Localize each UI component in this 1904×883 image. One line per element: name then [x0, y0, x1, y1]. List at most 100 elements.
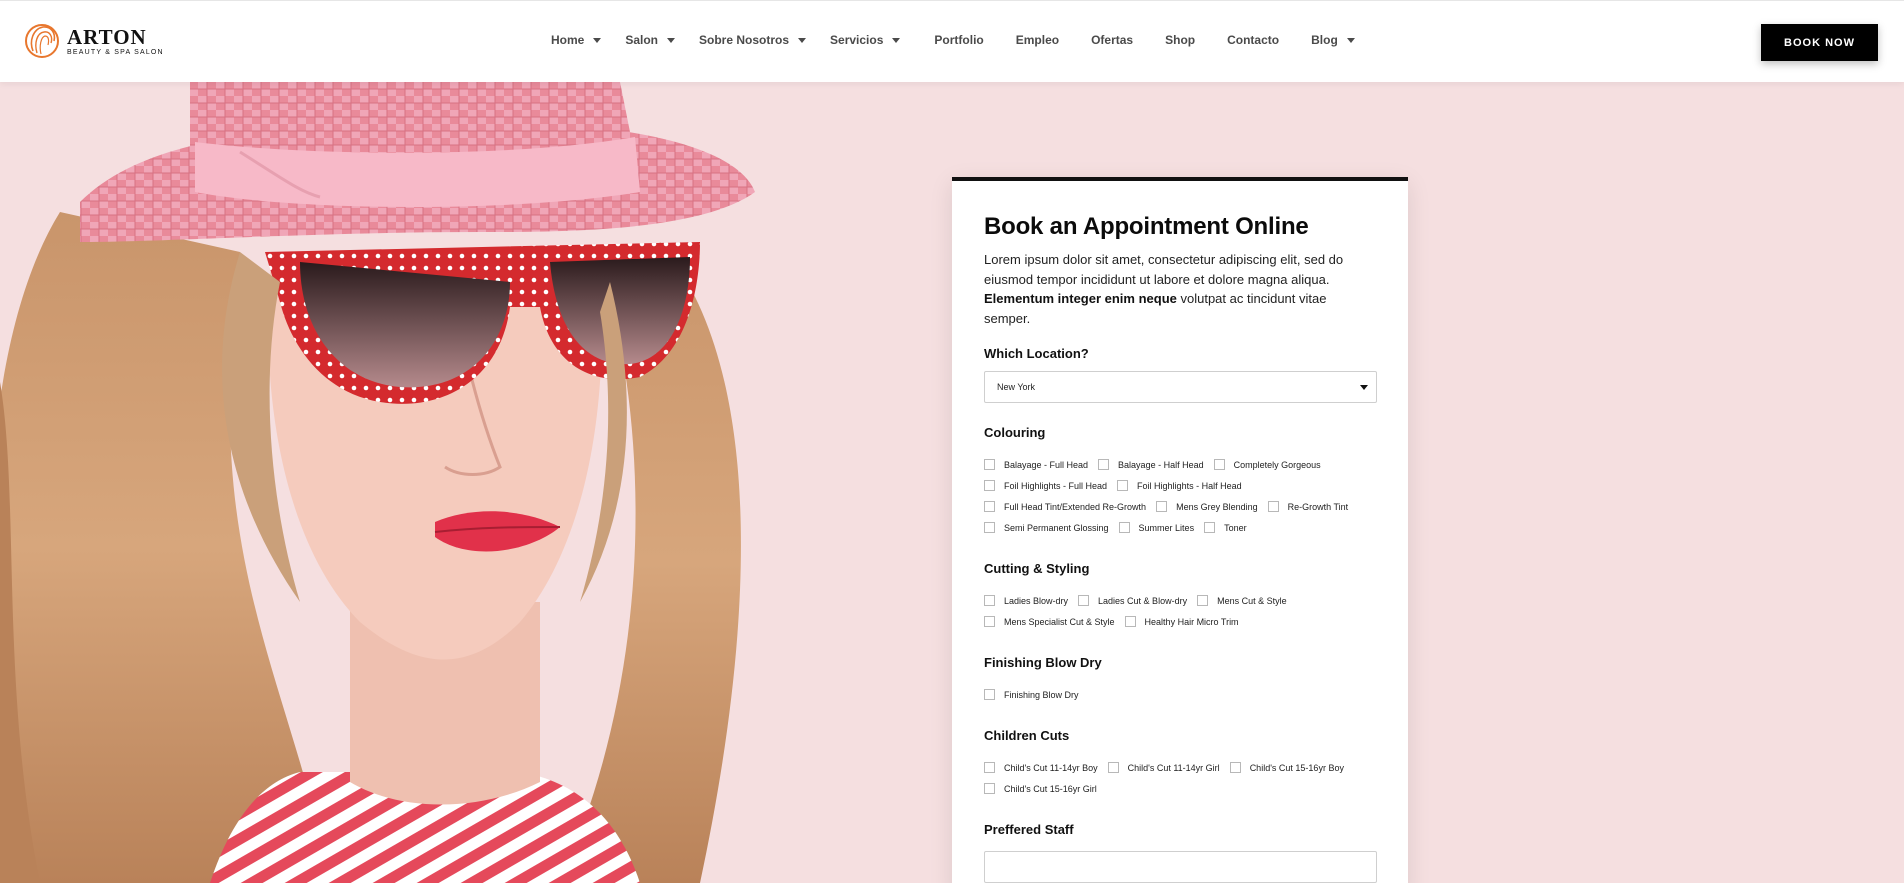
- checkbox[interactable]: [1204, 522, 1216, 533]
- location-select[interactable]: New York: [984, 371, 1377, 403]
- cutting-styling-section: Cutting & Styling Ladies Blow-dry Ladies…: [984, 561, 1376, 632]
- checkbox[interactable]: [984, 689, 995, 700]
- nav-item-label: Servicios: [830, 33, 884, 47]
- nav-item-servicios[interactable]: Servicios: [830, 33, 901, 47]
- checkbox-child-cut-15-16-girl[interactable]: Child's Cut 15-16yr Girl: [984, 783, 1097, 794]
- checkbox[interactable]: [1267, 501, 1279, 512]
- checkbox-label: Foil Highlights - Half Head: [1137, 480, 1242, 491]
- checkbox-mens-specialist-cut[interactable]: Mens Specialist Cut & Style: [984, 616, 1115, 627]
- preferred-staff-section: Preffered Staff: [984, 822, 1377, 883]
- checkbox-finishing-blow-dry[interactable]: Finishing Blow Dry: [984, 689, 1079, 700]
- location-label: Which Location?: [984, 346, 1089, 361]
- checkbox[interactable]: [984, 522, 995, 533]
- checkbox[interactable]: [1229, 762, 1241, 773]
- hero-photo: [0, 82, 960, 883]
- finishing-blow-dry-section: Finishing Blow Dry Finishing Blow Dry: [984, 655, 1376, 705]
- checkbox[interactable]: [1197, 595, 1209, 606]
- checkbox[interactable]: [1098, 459, 1110, 470]
- checkbox-label: Full Head Tint/Extended Re-Growth: [1004, 501, 1147, 512]
- checkbox[interactable]: [984, 762, 995, 773]
- book-now-button[interactable]: BOOK NOW: [1761, 24, 1878, 61]
- location-select-value: New York: [997, 382, 1036, 392]
- checkbox[interactable]: [1117, 480, 1129, 491]
- checkbox-summer-lites[interactable]: Summer Lites: [1118, 522, 1195, 533]
- nav-item-label: Shop: [1165, 33, 1196, 47]
- nav-item-home[interactable]: Home: [551, 33, 602, 47]
- booking-desc-bold: Elementum integer enim neque: [984, 291, 1177, 306]
- nav-item-label: Salon: [625, 33, 659, 47]
- nav-item-sobre-nosotros[interactable]: Sobre Nosotros: [699, 33, 807, 47]
- caret-down-icon: [1346, 38, 1355, 43]
- checkbox-re-growth-tint[interactable]: Re-Growth Tint: [1267, 501, 1349, 512]
- main-nav: Home Salon Sobre Nosotros Servicios Port…: [551, 33, 1355, 47]
- nav-item-label: Portfolio: [934, 33, 984, 47]
- checkbox-label: Finishing Blow Dry: [1004, 689, 1079, 700]
- checkbox-label: Summer Lites: [1138, 522, 1195, 533]
- checkbox[interactable]: [1107, 762, 1119, 773]
- checkbox-label: Child's Cut 11-14yr Boy: [1004, 762, 1098, 773]
- nav-item-contacto[interactable]: Contacto: [1227, 33, 1279, 47]
- checkbox[interactable]: [1118, 522, 1130, 533]
- booking-desc-text: Lorem ipsum dolor sit amet, consectetur …: [984, 252, 1344, 287]
- checkbox-label: Balayage - Half Head: [1118, 459, 1204, 470]
- cutting-styling-label: Cutting & Styling: [984, 561, 1090, 576]
- logo-name: ARTON: [67, 25, 147, 49]
- nav-item-empleo[interactable]: Empleo: [1016, 33, 1059, 47]
- checkbox[interactable]: [1213, 459, 1225, 470]
- checkbox-healthy-hair-micro-trim[interactable]: Healthy Hair Micro Trim: [1124, 616, 1239, 627]
- checkbox-foil-highlights-full-head[interactable]: Foil Highlights - Full Head: [984, 480, 1107, 491]
- checkbox-label: Ladies Cut & Blow-dry: [1098, 595, 1188, 606]
- checkbox-semi-permanent-glossing[interactable]: Semi Permanent Glossing: [984, 522, 1109, 533]
- checkbox-label: Completely Gorgeous: [1233, 459, 1321, 470]
- checkbox-balayage-half-head[interactable]: Balayage - Half Head: [1098, 459, 1204, 470]
- nav-item-blog[interactable]: Blog: [1311, 33, 1355, 47]
- checkbox-completely-gorgeous[interactable]: Completely Gorgeous: [1213, 459, 1321, 470]
- nav-item-label: Blog: [1311, 33, 1338, 47]
- checkbox-foil-highlights-half-head[interactable]: Foil Highlights - Half Head: [1117, 480, 1242, 491]
- caret-down-icon: [1360, 385, 1368, 390]
- checkbox[interactable]: [1156, 501, 1168, 512]
- checkbox-child-cut-11-14-girl[interactable]: Child's Cut 11-14yr Girl: [1107, 762, 1220, 773]
- checkbox-mens-grey-blending[interactable]: Mens Grey Blending: [1156, 501, 1258, 512]
- checkbox[interactable]: [984, 501, 995, 512]
- checkbox-full-head-tint[interactable]: Full Head Tint/Extended Re-Growth: [984, 501, 1146, 512]
- checkbox[interactable]: [1124, 616, 1136, 627]
- site-header: ARTON BEAUTY & SPA SALON Home Salon Sobr…: [0, 0, 1904, 82]
- colouring-label: Colouring: [984, 425, 1046, 440]
- checkbox-label: Mens Cut & Style: [1217, 595, 1287, 606]
- nav-item-ofertas[interactable]: Ofertas: [1091, 33, 1133, 47]
- children-cuts-section: Children Cuts Child's Cut 11-14yr Boy Ch…: [984, 728, 1376, 799]
- preferred-staff-select[interactable]: [984, 851, 1377, 883]
- checkbox[interactable]: [984, 480, 995, 491]
- nav-item-shop[interactable]: Shop: [1165, 33, 1195, 47]
- checkbox-child-cut-15-16-boy[interactable]: Child's Cut 15-16yr Boy: [1229, 762, 1344, 773]
- caret-down-icon: [892, 38, 901, 43]
- colouring-section: Colouring Balayage - Full Head Balayage …: [984, 425, 1376, 538]
- checkbox-label: Re-Growth Tint: [1287, 501, 1349, 512]
- site-logo[interactable]: ARTON BEAUTY & SPA SALON: [23, 21, 164, 62]
- children-cuts-label: Children Cuts: [984, 728, 1070, 743]
- logo-icon: [25, 24, 59, 58]
- checkbox[interactable]: [984, 783, 995, 794]
- checkbox-label: Foil Highlights - Full Head: [1004, 480, 1108, 491]
- nav-item-label: Sobre Nosotros: [699, 33, 790, 47]
- nav-item-portfolio[interactable]: Portfolio: [934, 33, 983, 47]
- nav-item-salon[interactable]: Salon: [625, 33, 676, 47]
- caret-down-icon: [798, 38, 807, 43]
- checkbox-child-cut-11-14-boy[interactable]: Child's Cut 11-14yr Boy: [984, 762, 1098, 773]
- caret-down-icon: [667, 38, 676, 43]
- checkbox-ladies-blow-dry[interactable]: Ladies Blow-dry: [984, 595, 1068, 606]
- caret-down-icon: [593, 38, 602, 43]
- checkbox[interactable]: [984, 459, 995, 470]
- checkbox-ladies-cut-blow-dry[interactable]: Ladies Cut & Blow-dry: [1078, 595, 1187, 606]
- checkbox[interactable]: [984, 595, 995, 606]
- nav-item-label: Home: [551, 33, 585, 47]
- checkbox-label: Child's Cut 15-16yr Girl: [1004, 783, 1097, 794]
- checkbox[interactable]: [1078, 595, 1090, 606]
- checkbox-mens-cut-style[interactable]: Mens Cut & Style: [1197, 595, 1287, 606]
- checkbox-toner[interactable]: Toner: [1204, 522, 1247, 533]
- nav-item-label: Empleo: [1015, 33, 1060, 47]
- checkbox[interactable]: [984, 616, 995, 627]
- checkbox-balayage-full-head[interactable]: Balayage - Full Head: [984, 459, 1088, 470]
- checkbox-label: Healthy Hair Micro Trim: [1144, 616, 1239, 627]
